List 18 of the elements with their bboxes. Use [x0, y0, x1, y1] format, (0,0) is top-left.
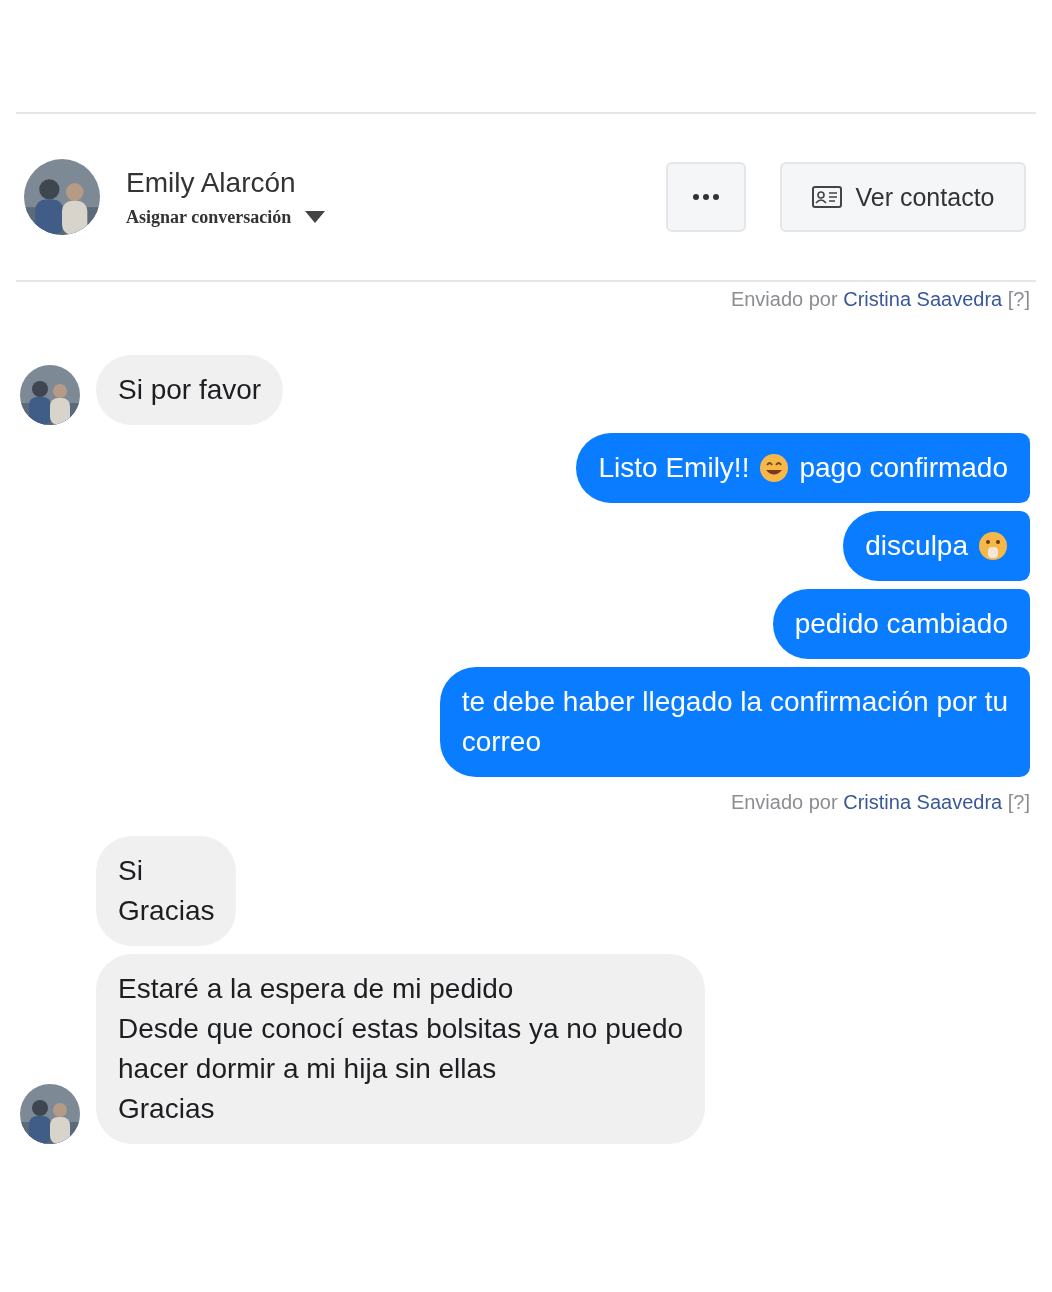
message-text: Estaré a la espera de mi pedido Desde que conocí estas bolsitas ya no puedo hacer dormir a mi hija sin ellas Gracias — [118, 972, 684, 1126]
message-text: pago confirmado — [799, 451, 1008, 485]
assign-conversation-label: Asignar conversación — [126, 206, 292, 228]
message-text: disculpa — [865, 529, 968, 563]
grinning-face-icon — [759, 453, 790, 483]
caret-icon[interactable] — [305, 211, 326, 223]
message-text: pedido cambiado — [794, 607, 1008, 641]
contact-name: Emily Alarcón — [126, 166, 297, 199]
message-text: Si Gracias — [118, 854, 215, 928]
sent-by-note: Enviado por Cristina Saavedra [?] — [730, 791, 1030, 814]
contact-card-icon — [811, 186, 842, 208]
view-contact-button[interactable]: Ver contacto — [780, 162, 1026, 232]
more-icon — [693, 194, 719, 200]
message-text: te debe haber llegado la confirmación por tu correo — [461, 685, 1008, 759]
sent-by-note: Enviado por Cristina Saavedra [?] — [730, 288, 1030, 311]
message-text: Listo Emily!! — [598, 451, 750, 485]
message-text: Si por favor — [118, 373, 262, 407]
face-with-hand-icon — [978, 531, 1008, 561]
